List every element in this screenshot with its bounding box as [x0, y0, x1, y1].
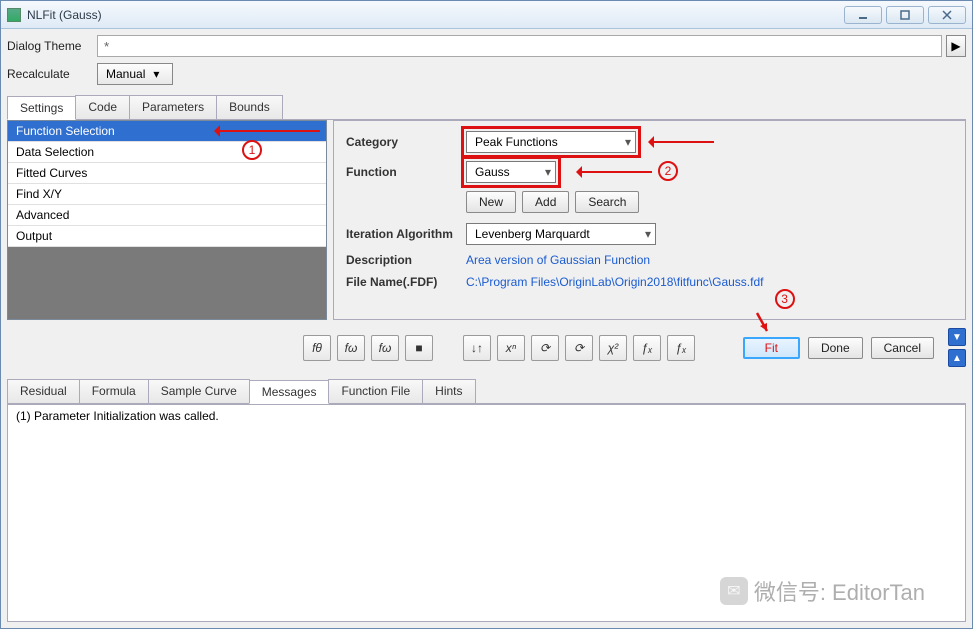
dialog-buttons: Fit 3 Done Cancel	[743, 337, 934, 359]
list-item-find-xy[interactable]: Find X/Y	[8, 184, 326, 205]
category-select[interactable]: Peak Functions ▾	[466, 131, 636, 153]
close-icon	[942, 10, 952, 20]
dialog-theme-row: Dialog Theme ▶	[7, 35, 966, 57]
tab-code[interactable]: Code	[75, 95, 130, 119]
window-title: NLFit (Gauss)	[27, 8, 840, 22]
list-item-fitted-curves[interactable]: Fitted Curves	[8, 163, 326, 184]
minimize-icon	[858, 10, 868, 20]
tool-2[interactable]: fω	[337, 335, 365, 361]
recalculate-value: Manual	[106, 67, 145, 81]
chevron-up-icon: ▲	[952, 353, 962, 364]
maximize-icon	[900, 10, 910, 20]
tool-3[interactable]: fω	[371, 335, 399, 361]
iter-alg-label: Iteration Algorithm	[346, 227, 466, 241]
expand-collapse-buttons: ▼ ▲	[948, 328, 966, 367]
tab-messages[interactable]: Messages	[249, 380, 330, 404]
chevron-down-icon: ▼	[952, 332, 962, 343]
category-label: Category	[346, 135, 466, 149]
tool-save[interactable]: ■	[405, 335, 433, 361]
close-button[interactable]	[928, 6, 966, 24]
tab-parameters[interactable]: Parameters	[129, 95, 217, 119]
tab-bounds[interactable]: Bounds	[216, 95, 283, 119]
settings-list: Function Selection Data Selection 1 Fitt…	[7, 120, 327, 320]
menu-arrow-icon: ▶	[951, 39, 960, 53]
tool-1[interactable]: fθ	[303, 335, 331, 361]
dialog-theme-menu-button[interactable]: ▶	[946, 35, 966, 57]
list-item-function-selection[interactable]: Function Selection	[8, 121, 326, 142]
done-button[interactable]: Done	[808, 337, 863, 359]
minimize-button[interactable]	[844, 6, 882, 24]
app-icon	[7, 8, 21, 22]
function-selection-panel: Category Peak Functions ▾ Function Gauss…	[333, 120, 966, 320]
tool-6[interactable]: xⁿ	[497, 335, 525, 361]
iter-alg-value: Levenberg Marquardt	[475, 227, 590, 241]
watermark: ✉ 微信号: EditorTan	[720, 575, 925, 607]
annotation-num-3: 3	[775, 289, 795, 309]
watermark-text: 微信号: EditorTan	[754, 575, 925, 607]
tool-fx2[interactable]: ƒₓ	[667, 335, 695, 361]
tab-formula[interactable]: Formula	[79, 379, 149, 403]
recalculate-row: Recalculate Manual ▾	[7, 63, 966, 85]
annotation-arrow-2a	[654, 141, 714, 143]
caret-down-icon: ▾	[153, 67, 159, 81]
caret-down-icon: ▾	[615, 135, 631, 149]
function-label: Function	[346, 165, 466, 179]
tab-hints[interactable]: Hints	[422, 379, 475, 403]
caret-down-icon: ▾	[635, 227, 651, 241]
function-value: Gauss	[475, 165, 510, 179]
function-select[interactable]: Gauss ▾	[466, 161, 556, 183]
tab-function-file[interactable]: Function File	[328, 379, 423, 403]
message-line: (1) Parameter Initialization was called.	[16, 409, 957, 423]
annotation-arrow-2b	[582, 171, 652, 173]
caret-down-icon: ▾	[535, 165, 551, 179]
collapse-down-button[interactable]: ▼	[948, 328, 966, 346]
filename-label: File Name(.FDF)	[346, 275, 466, 289]
annotation-num-1: 1	[242, 140, 262, 160]
list-item-data-selection[interactable]: Data Selection 1	[8, 142, 326, 163]
messages-pane: (1) Parameter Initialization was called.…	[7, 404, 966, 622]
main-panel-row: Function Selection Data Selection 1 Fitt…	[7, 120, 966, 320]
tool-7[interactable]: ⟳	[531, 335, 559, 361]
settings-list-inner: Function Selection Data Selection 1 Fitt…	[8, 121, 326, 247]
tab-sample-curve[interactable]: Sample Curve	[148, 379, 250, 403]
expand-up-button[interactable]: ▲	[948, 349, 966, 367]
iter-alg-select[interactable]: Levenberg Marquardt ▾	[466, 223, 656, 245]
recalculate-select[interactable]: Manual ▾	[97, 63, 173, 85]
dialog-theme-label: Dialog Theme	[7, 39, 97, 53]
search-button[interactable]: Search	[575, 191, 639, 213]
annotation-arrow-3	[753, 311, 773, 337]
client-area: Dialog Theme ▶ Recalculate Manual ▾ Sett…	[1, 29, 972, 628]
tool-fx1[interactable]: ƒₓ	[633, 335, 661, 361]
filename-value[interactable]: C:\Program Files\OriginLab\Origin2018\fi…	[466, 275, 763, 289]
titlebar: NLFit (Gauss)	[1, 1, 972, 29]
recalculate-label: Recalculate	[7, 67, 97, 81]
category-value: Peak Functions	[475, 135, 558, 149]
description-value: Area version of Gaussian Function	[466, 253, 650, 267]
dialog-theme-input[interactable]	[97, 35, 942, 57]
bottom-tabstrip: Residual Formula Sample Curve Messages F…	[7, 379, 966, 404]
tab-settings[interactable]: Settings	[7, 96, 76, 120]
tool-8[interactable]: ⟳	[565, 335, 593, 361]
list-item-output[interactable]: Output	[8, 226, 326, 247]
cancel-button[interactable]: Cancel	[871, 337, 934, 359]
annotation-arrow-1	[220, 130, 320, 132]
tab-residual[interactable]: Residual	[7, 379, 80, 403]
top-tabstrip: Settings Code Parameters Bounds	[7, 95, 966, 120]
tool-chi2[interactable]: χ²	[599, 335, 627, 361]
list-item-advanced[interactable]: Advanced	[8, 205, 326, 226]
wechat-icon: ✉	[720, 577, 748, 605]
tool-5[interactable]: ↓↑	[463, 335, 491, 361]
nlfit-window: NLFit (Gauss) Dialog Theme ▶ Recalculate…	[0, 0, 973, 629]
description-label: Description	[346, 253, 466, 267]
new-button[interactable]: New	[466, 191, 516, 213]
fit-button[interactable]: Fit 3	[743, 337, 800, 359]
add-button[interactable]: Add	[522, 191, 569, 213]
function-buttons: New Add Search	[466, 191, 953, 213]
fit-toolbar: fθ fω fω ■ ↓↑ xⁿ ⟳ ⟳ χ² ƒₓ ƒₓ Fit 3	[7, 328, 966, 367]
annotation-num-2: 2	[658, 161, 678, 181]
maximize-button[interactable]	[886, 6, 924, 24]
